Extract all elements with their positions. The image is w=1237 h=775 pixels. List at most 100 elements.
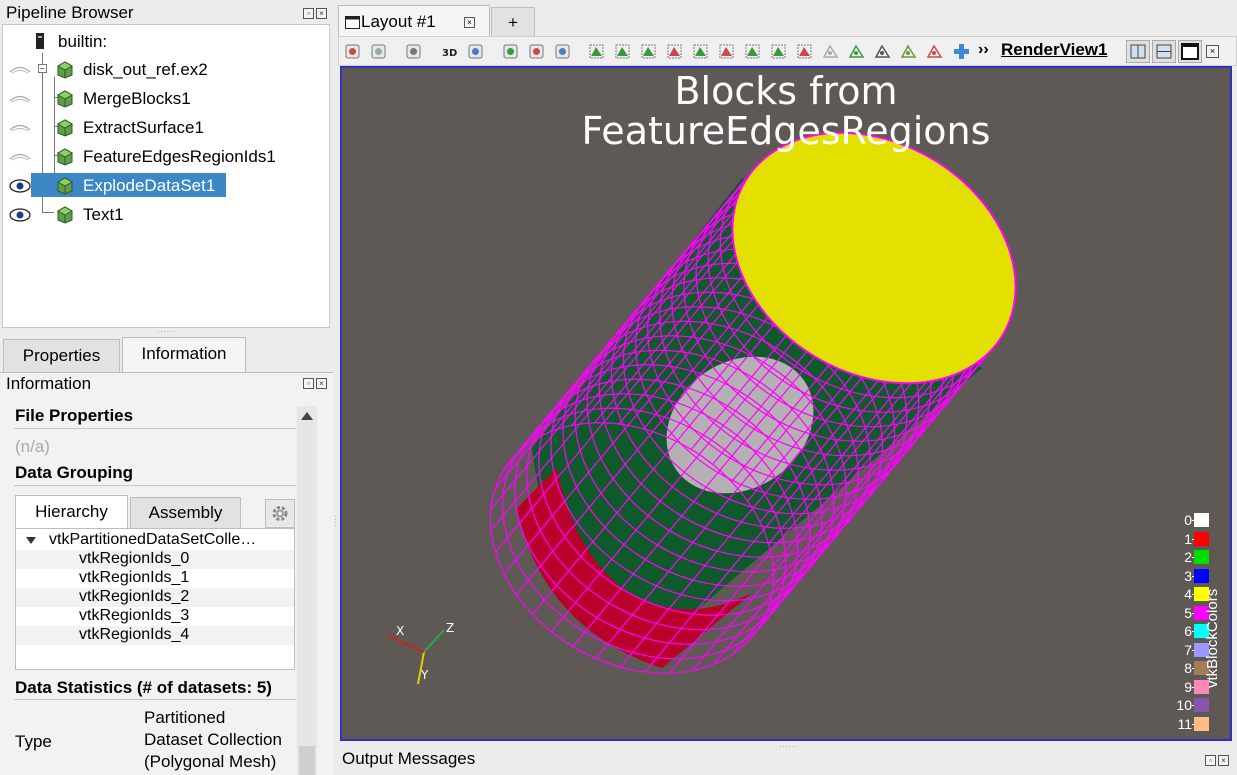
render-view[interactable]: Blocks from FeatureEdgesRegions X Z Y 0 1… bbox=[340, 66, 1232, 741]
hierarchy-item[interactable]: vtkRegionIds_1 bbox=[16, 569, 294, 588]
file-properties-heading: File Properties bbox=[15, 406, 134, 425]
hover-points-icon[interactable] bbox=[822, 43, 839, 60]
y-axis-label: Y bbox=[420, 668, 429, 682]
view-3d-label: 3D bbox=[442, 48, 457, 59]
close-view-icon[interactable]: × bbox=[1206, 45, 1219, 58]
hierarchy-root[interactable]: vtkPartitionedDataSetColle… bbox=[16, 531, 294, 550]
eye-hidden-icon[interactable] bbox=[9, 63, 31, 77]
tab-properties[interactable]: Properties bbox=[3, 339, 120, 373]
close-icon[interactable]: × bbox=[1218, 755, 1229, 766]
pipeline-tree[interactable]: builtin: − disk_out_ref.ex2 MergeBlocks1 E… bbox=[2, 24, 330, 328]
server-icon bbox=[36, 33, 44, 49]
reset-camera-icon[interactable] bbox=[344, 43, 361, 60]
render-canvas[interactable] bbox=[342, 68, 1230, 739]
pipeline-item[interactable]: disk_out_ref.ex2 bbox=[3, 57, 323, 83]
interactive-select-points-icon[interactable] bbox=[796, 43, 813, 60]
clear-selection-icon[interactable] bbox=[953, 43, 970, 60]
interactive-select-cells-icon[interactable] bbox=[770, 43, 787, 60]
select-blocks-icon[interactable] bbox=[744, 43, 761, 60]
new-layout-tab-button[interactable]: + bbox=[491, 7, 535, 38]
close-icon[interactable]: × bbox=[316, 8, 327, 19]
eye-hidden-icon[interactable] bbox=[9, 150, 31, 164]
maximize-icon bbox=[1181, 43, 1199, 60]
close-tab-icon[interactable]: × bbox=[464, 17, 475, 28]
pipeline-item[interactable]: MergeBlocks1 bbox=[3, 86, 323, 112]
tab-assembly[interactable]: Assembly bbox=[130, 497, 241, 529]
toolbar-overflow-button[interactable]: ›› bbox=[978, 41, 989, 59]
z-axis-line bbox=[423, 629, 445, 653]
legend-entry: 4 bbox=[1150, 586, 1210, 602]
select-points-polygon-icon[interactable] bbox=[718, 43, 735, 60]
zoom-closest-icon[interactable] bbox=[370, 43, 387, 60]
pipeline-item-label: Text1 bbox=[83, 205, 124, 224]
legend-label: 4 bbox=[1184, 586, 1192, 602]
pick-center-icon[interactable] bbox=[554, 43, 571, 60]
close-icon[interactable]: × bbox=[316, 378, 327, 389]
tab-hierarchy[interactable]: Hierarchy bbox=[15, 495, 128, 529]
legend-label: 9 bbox=[1184, 678, 1192, 695]
layout-tab-label: Layout #1 bbox=[361, 12, 436, 31]
float-icon[interactable]: ▫ bbox=[303, 378, 314, 389]
legend-entry: 9 bbox=[1150, 679, 1210, 695]
tab-information[interactable]: Information bbox=[122, 337, 246, 373]
hide-center-icon[interactable] bbox=[528, 43, 545, 60]
pipeline-item[interactable]: FeatureEdgesRegionIds1 bbox=[3, 144, 323, 170]
split-vertical-icon bbox=[1156, 44, 1172, 59]
float-icon[interactable]: ▫ bbox=[303, 8, 314, 19]
settings-button[interactable] bbox=[265, 499, 295, 528]
edit-selection-icon[interactable] bbox=[926, 43, 943, 60]
legend-entry: 3 bbox=[1150, 568, 1210, 584]
pipeline-item-builtin[interactable]: builtin: bbox=[3, 29, 323, 55]
pipeline-item[interactable]: Text1 bbox=[3, 202, 323, 228]
hierarchy-item[interactable]: vtkRegionIds_2 bbox=[16, 588, 294, 607]
split-vertical-button[interactable] bbox=[1152, 40, 1176, 63]
maximize-view-button[interactable] bbox=[1178, 40, 1202, 63]
dataset-cube-icon bbox=[56, 206, 74, 224]
stats-type-value-line: Partitioned bbox=[144, 708, 226, 727]
hierarchy-tree[interactable]: vtkPartitionedDataSetColle… vtkRegionIds… bbox=[15, 528, 295, 670]
select-cells-frustum-icon[interactable] bbox=[640, 43, 657, 60]
block-colors-legend: 0 1 2 3 4 5 6 7 8 9 10 11 bbox=[1150, 512, 1210, 739]
float-icon[interactable]: ▫ bbox=[1205, 755, 1216, 766]
legend-label: 6 bbox=[1184, 623, 1192, 639]
scroll-up-icon[interactable] bbox=[301, 412, 313, 420]
dataset-cube-icon bbox=[56, 177, 74, 195]
dataset-cube-icon bbox=[56, 119, 74, 137]
gear-icon bbox=[272, 506, 288, 521]
grow-selection-icon[interactable] bbox=[874, 43, 891, 60]
render-view-name[interactable]: RenderView1 bbox=[1001, 40, 1107, 60]
select-points-on-icon[interactable] bbox=[614, 43, 631, 60]
pipeline-root-label: builtin: bbox=[58, 32, 108, 51]
hover-cells-icon[interactable] bbox=[848, 43, 865, 60]
eye-visible-icon[interactable] bbox=[9, 179, 31, 193]
eye-hidden-icon[interactable] bbox=[9, 92, 31, 106]
select-cells-on-icon[interactable] bbox=[588, 43, 605, 60]
legend-entry: 0 bbox=[1150, 512, 1210, 528]
pipeline-item[interactable]: ExtractSurface1 bbox=[3, 115, 323, 141]
screenshot-icon[interactable] bbox=[405, 43, 422, 60]
select-points-frustum-icon[interactable] bbox=[666, 43, 683, 60]
dataset-cube-icon bbox=[56, 90, 74, 108]
pipeline-dock-buttons: ▫ × bbox=[303, 8, 327, 19]
select-cells-polygon-icon[interactable] bbox=[692, 43, 709, 60]
show-center-icon[interactable] bbox=[502, 43, 519, 60]
legend-label: 1 bbox=[1184, 530, 1192, 547]
eye-visible-icon[interactable] bbox=[9, 208, 31, 222]
view-toolbar: 3D ›› RenderView1 × bbox=[338, 36, 1237, 66]
pipeline-item[interactable]: ExplodeDataSet1 bbox=[3, 173, 323, 199]
info-scrollbar[interactable] bbox=[297, 406, 317, 775]
scroll-thumb[interactable] bbox=[299, 746, 315, 775]
tab-layout-1[interactable]: Layout #1 × bbox=[338, 5, 490, 38]
expand-arrow-icon[interactable] bbox=[26, 537, 36, 544]
3d-toggle-icon[interactable]: 3D bbox=[441, 43, 458, 60]
render-title-line: FeatureEdgesRegions bbox=[581, 109, 991, 153]
shrink-selection-icon[interactable] bbox=[900, 43, 917, 60]
render-title: Blocks from FeatureEdgesRegions bbox=[342, 71, 1230, 151]
hierarchy-item[interactable]: vtkRegionIds_0 bbox=[16, 550, 294, 569]
hierarchy-item[interactable]: vtkRegionIds_4 bbox=[16, 626, 294, 645]
hierarchy-item[interactable]: vtkRegionIds_3 bbox=[16, 607, 294, 626]
split-horizontal-button[interactable] bbox=[1126, 40, 1150, 63]
zoom-to-box-icon[interactable] bbox=[467, 43, 484, 60]
orientation-axes: X Z Y bbox=[387, 621, 454, 685]
eye-hidden-icon[interactable] bbox=[9, 121, 31, 135]
